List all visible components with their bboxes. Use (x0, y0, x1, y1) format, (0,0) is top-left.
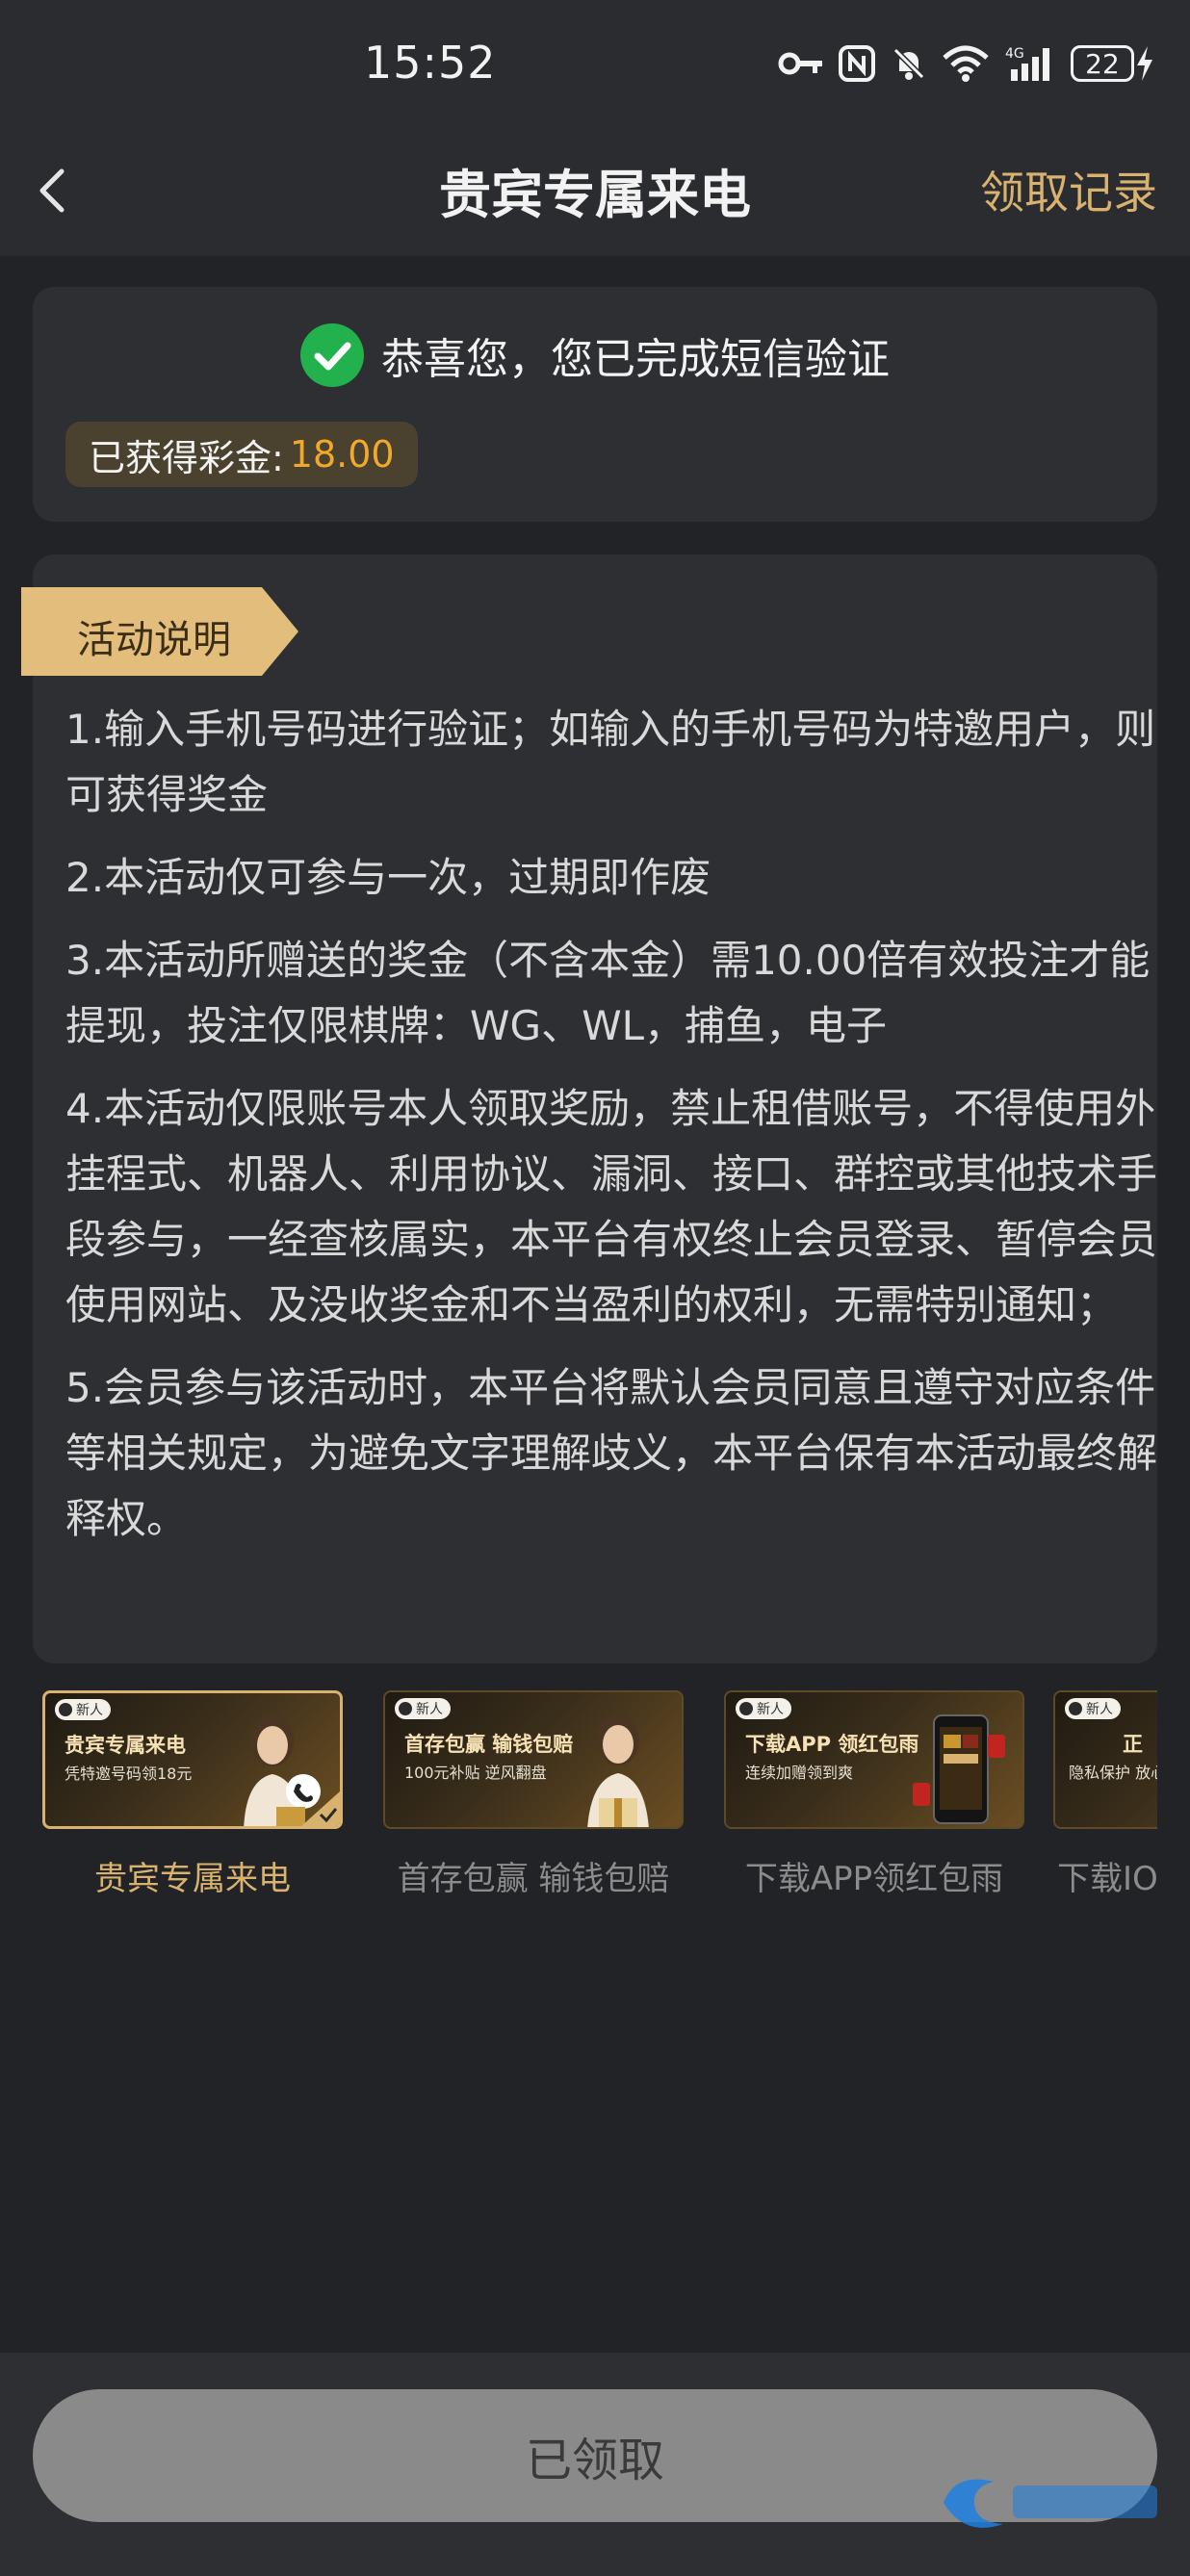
user-icon (59, 1703, 72, 1716)
promo-banner-first-deposit[interactable]: 新人 首存包赢 输钱包赔 100元补贴 逆风翻盘 首存包赢 输钱包赔 (383, 1690, 684, 1899)
promo-banner-download-ios[interactable]: 新人 正 隐私保护 放心 下载IO (1053, 1690, 1157, 1899)
battery-level: 22 (1085, 47, 1120, 80)
reward-label: 已获得彩金: (89, 436, 284, 479)
banner-title: 首存包赢 输钱包赔 (404, 1733, 574, 1756)
banner-subtitle: 连续加赠领到爽 (745, 1764, 854, 1782)
verification-card: 恭喜您，您已完成短信验证 已获得彩金: 18.00 (33, 287, 1157, 522)
activity-rules-card: 活动说明 1.输入手机号码进行验证；如输入的手机号码为特邀用户，则可获得奖金 2… (21, 554, 1157, 1663)
battery-icon: 22 (1071, 45, 1134, 82)
reward-badge: 已获得彩金: 18.00 (65, 422, 418, 487)
banner-subtitle: 100元补贴 逆风翻盘 (404, 1764, 547, 1782)
banner-subtitle: 隐私保护 放心 (1069, 1764, 1157, 1782)
signal-icon: 4G (1005, 46, 1049, 81)
battery-indicator: 22 (1071, 44, 1155, 83)
new-badge: 新人 (55, 1699, 111, 1720)
rule-item: 4.本活动仅限账号本人领取奖励，禁止租借账号，不得使用外挂程式、机器人、利用协议… (65, 1085, 1158, 1328)
user-icon (399, 1702, 412, 1715)
watermark-logo (944, 2479, 1157, 2528)
page: 15:52 4G 22 贵宾专属来电 领取记录 恭喜您，您已完成短信验证 已获得… (0, 0, 1190, 2576)
phone-app-icon (913, 1714, 1005, 1824)
key-icon (778, 52, 822, 75)
banner-image: 新人 贵宾专属来电 凭特邀号码领18元 (42, 1690, 343, 1829)
selected-check-icon (301, 1791, 340, 1826)
gift-icon (587, 1715, 649, 1827)
rules-list: 1.输入手机号码进行验证；如输入的手机号码为特邀用户，则可获得奖金 2.本活动仅… (65, 697, 1163, 1569)
new-badge-text: 新人 (1086, 1702, 1113, 1717)
banner-label: 下载APP领红包雨 (744, 1860, 1004, 1898)
bell-off-icon (892, 47, 925, 80)
status-icons: 4G 22 (778, 42, 1155, 85)
network-type: 4G (1005, 46, 1024, 62)
banner-title: 下载APP 领红包雨 (745, 1733, 919, 1756)
banner-image: 新人 首存包赢 输钱包赔 100元补贴 逆风翻盘 (383, 1690, 684, 1829)
status-bar: 15:52 4G 22 (0, 0, 1190, 125)
rule-item: 5.会员参与该活动时，本平台将默认会员同意且遵守对应条件等相关规定，为避免文字理… (65, 1364, 1158, 1542)
banner-title: 贵宾专属来电 (65, 1734, 186, 1757)
back-arrow-icon[interactable] (27, 162, 81, 219)
verification-status: 恭喜您，您已完成短信验证 (33, 323, 1157, 387)
promo-banner-vip-call[interactable]: 新人 贵宾专属来电 凭特邀号码领18元 贵宾专属来电 (42, 1690, 343, 1899)
reward-amount: 18.00 (289, 433, 395, 476)
banner-title: 正 (1123, 1733, 1143, 1756)
rule-item: 1.输入手机号码进行验证；如输入的手机号码为特邀用户，则可获得奖金 (65, 706, 1156, 818)
rule-item: 3.本活动所赠送的奖金（不含本金）需10.00倍有效投注才能提现，投注仅限棋牌：… (65, 937, 1151, 1049)
claim-history-link[interactable]: 领取记录 (980, 158, 1157, 221)
banner-image: 新人 正 隐私保护 放心 (1053, 1690, 1157, 1829)
verification-message: 恭喜您，您已完成短信验证 (381, 335, 890, 384)
wifi-icon (943, 45, 989, 82)
check-circle-icon (300, 323, 364, 387)
new-badge: 新人 (736, 1698, 791, 1719)
nav-bar: 贵宾专属来电 领取记录 (0, 125, 1190, 256)
promo-banner-carousel: 新人 贵宾专属来电 凭特邀号码领18元 贵宾专属来电 新人 首存包赢 输钱包赔 … (42, 1690, 1157, 1912)
banner-label: 下载IO (1057, 1860, 1157, 1898)
rules-tag-label: 活动说明 (77, 618, 231, 662)
user-icon (1069, 1702, 1082, 1715)
new-badge: 新人 (1065, 1698, 1121, 1719)
banner-label: 首存包赢 输钱包赔 (397, 1860, 670, 1898)
new-badge-text: 新人 (757, 1702, 784, 1717)
promo-banner-download-app[interactable]: 新人 下载APP 领红包雨 连续加赠领到爽 下载APP领红包雨 (724, 1690, 1024, 1899)
nfc-icon (839, 45, 875, 82)
new-badge-text: 新人 (76, 1703, 103, 1718)
charging-icon (1137, 46, 1152, 81)
rule-item: 2.本活动仅可参与一次，过期即作废 (65, 854, 711, 901)
new-badge: 新人 (395, 1698, 451, 1719)
status-time: 15:52 (364, 37, 497, 89)
banner-label: 贵宾专属来电 (94, 1860, 291, 1898)
banner-image: 新人 下载APP 领红包雨 连续加赠领到爽 (724, 1690, 1024, 1829)
user-icon (739, 1702, 753, 1715)
banner-subtitle: 凭特邀号码领18元 (65, 1765, 193, 1783)
new-badge-text: 新人 (416, 1702, 443, 1717)
